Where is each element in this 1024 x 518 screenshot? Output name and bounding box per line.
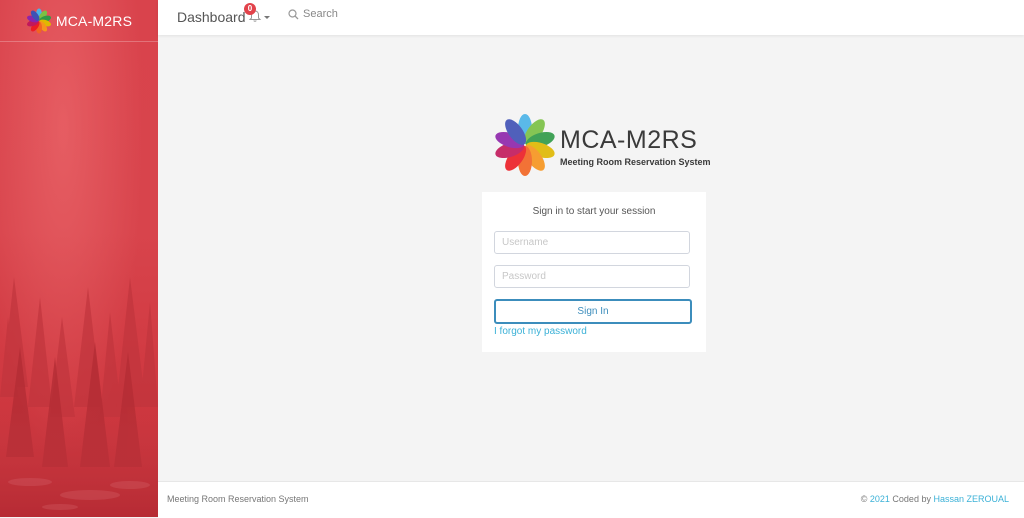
sidebar-brand[interactable]: MCA-M2RS <box>0 0 158 42</box>
password-input[interactable] <box>494 265 690 288</box>
logo-title: MCA-M2RS <box>560 126 698 154</box>
footer-author-link[interactable]: Hassan ZEROUAL <box>933 494 1009 504</box>
copyright-symbol: © <box>860 494 868 504</box>
footer-year-link[interactable]: 2021 <box>870 494 890 504</box>
search-label: Search <box>303 8 338 20</box>
forgot-password-link[interactable]: I forgot my password <box>494 326 587 337</box>
notification-dropdown[interactable]: 0 <box>244 3 270 27</box>
sidebar-brand-text: MCA-M2RS <box>55 12 133 29</box>
logo-subtitle: Meeting Room Reservation System <box>560 157 711 167</box>
flower-logo-icon <box>26 8 51 33</box>
chevron-down-icon <box>264 16 270 19</box>
footer: Meeting Room Reservation System © 2021 C… <box>158 481 1024 518</box>
sign-in-button[interactable]: Sign In <box>494 299 692 324</box>
login-box: Sign in to start your session Sign In I … <box>482 192 706 352</box>
dashboard-link[interactable]: Dashboard <box>177 9 246 25</box>
sidebar: MCA-M2RS <box>0 0 158 517</box>
login-message: Sign in to start your session <box>532 206 656 217</box>
footer-coded-by: Coded by <box>892 494 931 504</box>
notification-badge: 0 <box>244 3 256 15</box>
search-toggle[interactable]: Search <box>288 8 338 20</box>
search-icon <box>288 8 299 19</box>
footer-credits: © 2021 Coded by Hassan ZEROUAL <box>861 494 1009 504</box>
top-navbar: Dashboard 0 Search <box>158 0 1024 35</box>
app-logo: MCA-M2RS Meeting Room Reservation System <box>492 112 711 178</box>
forest-background <box>0 277 158 517</box>
username-input[interactable] <box>494 231 690 254</box>
footer-app-name: Meeting Room Reservation System <box>167 494 309 504</box>
flower-logo-icon <box>495 114 555 176</box>
